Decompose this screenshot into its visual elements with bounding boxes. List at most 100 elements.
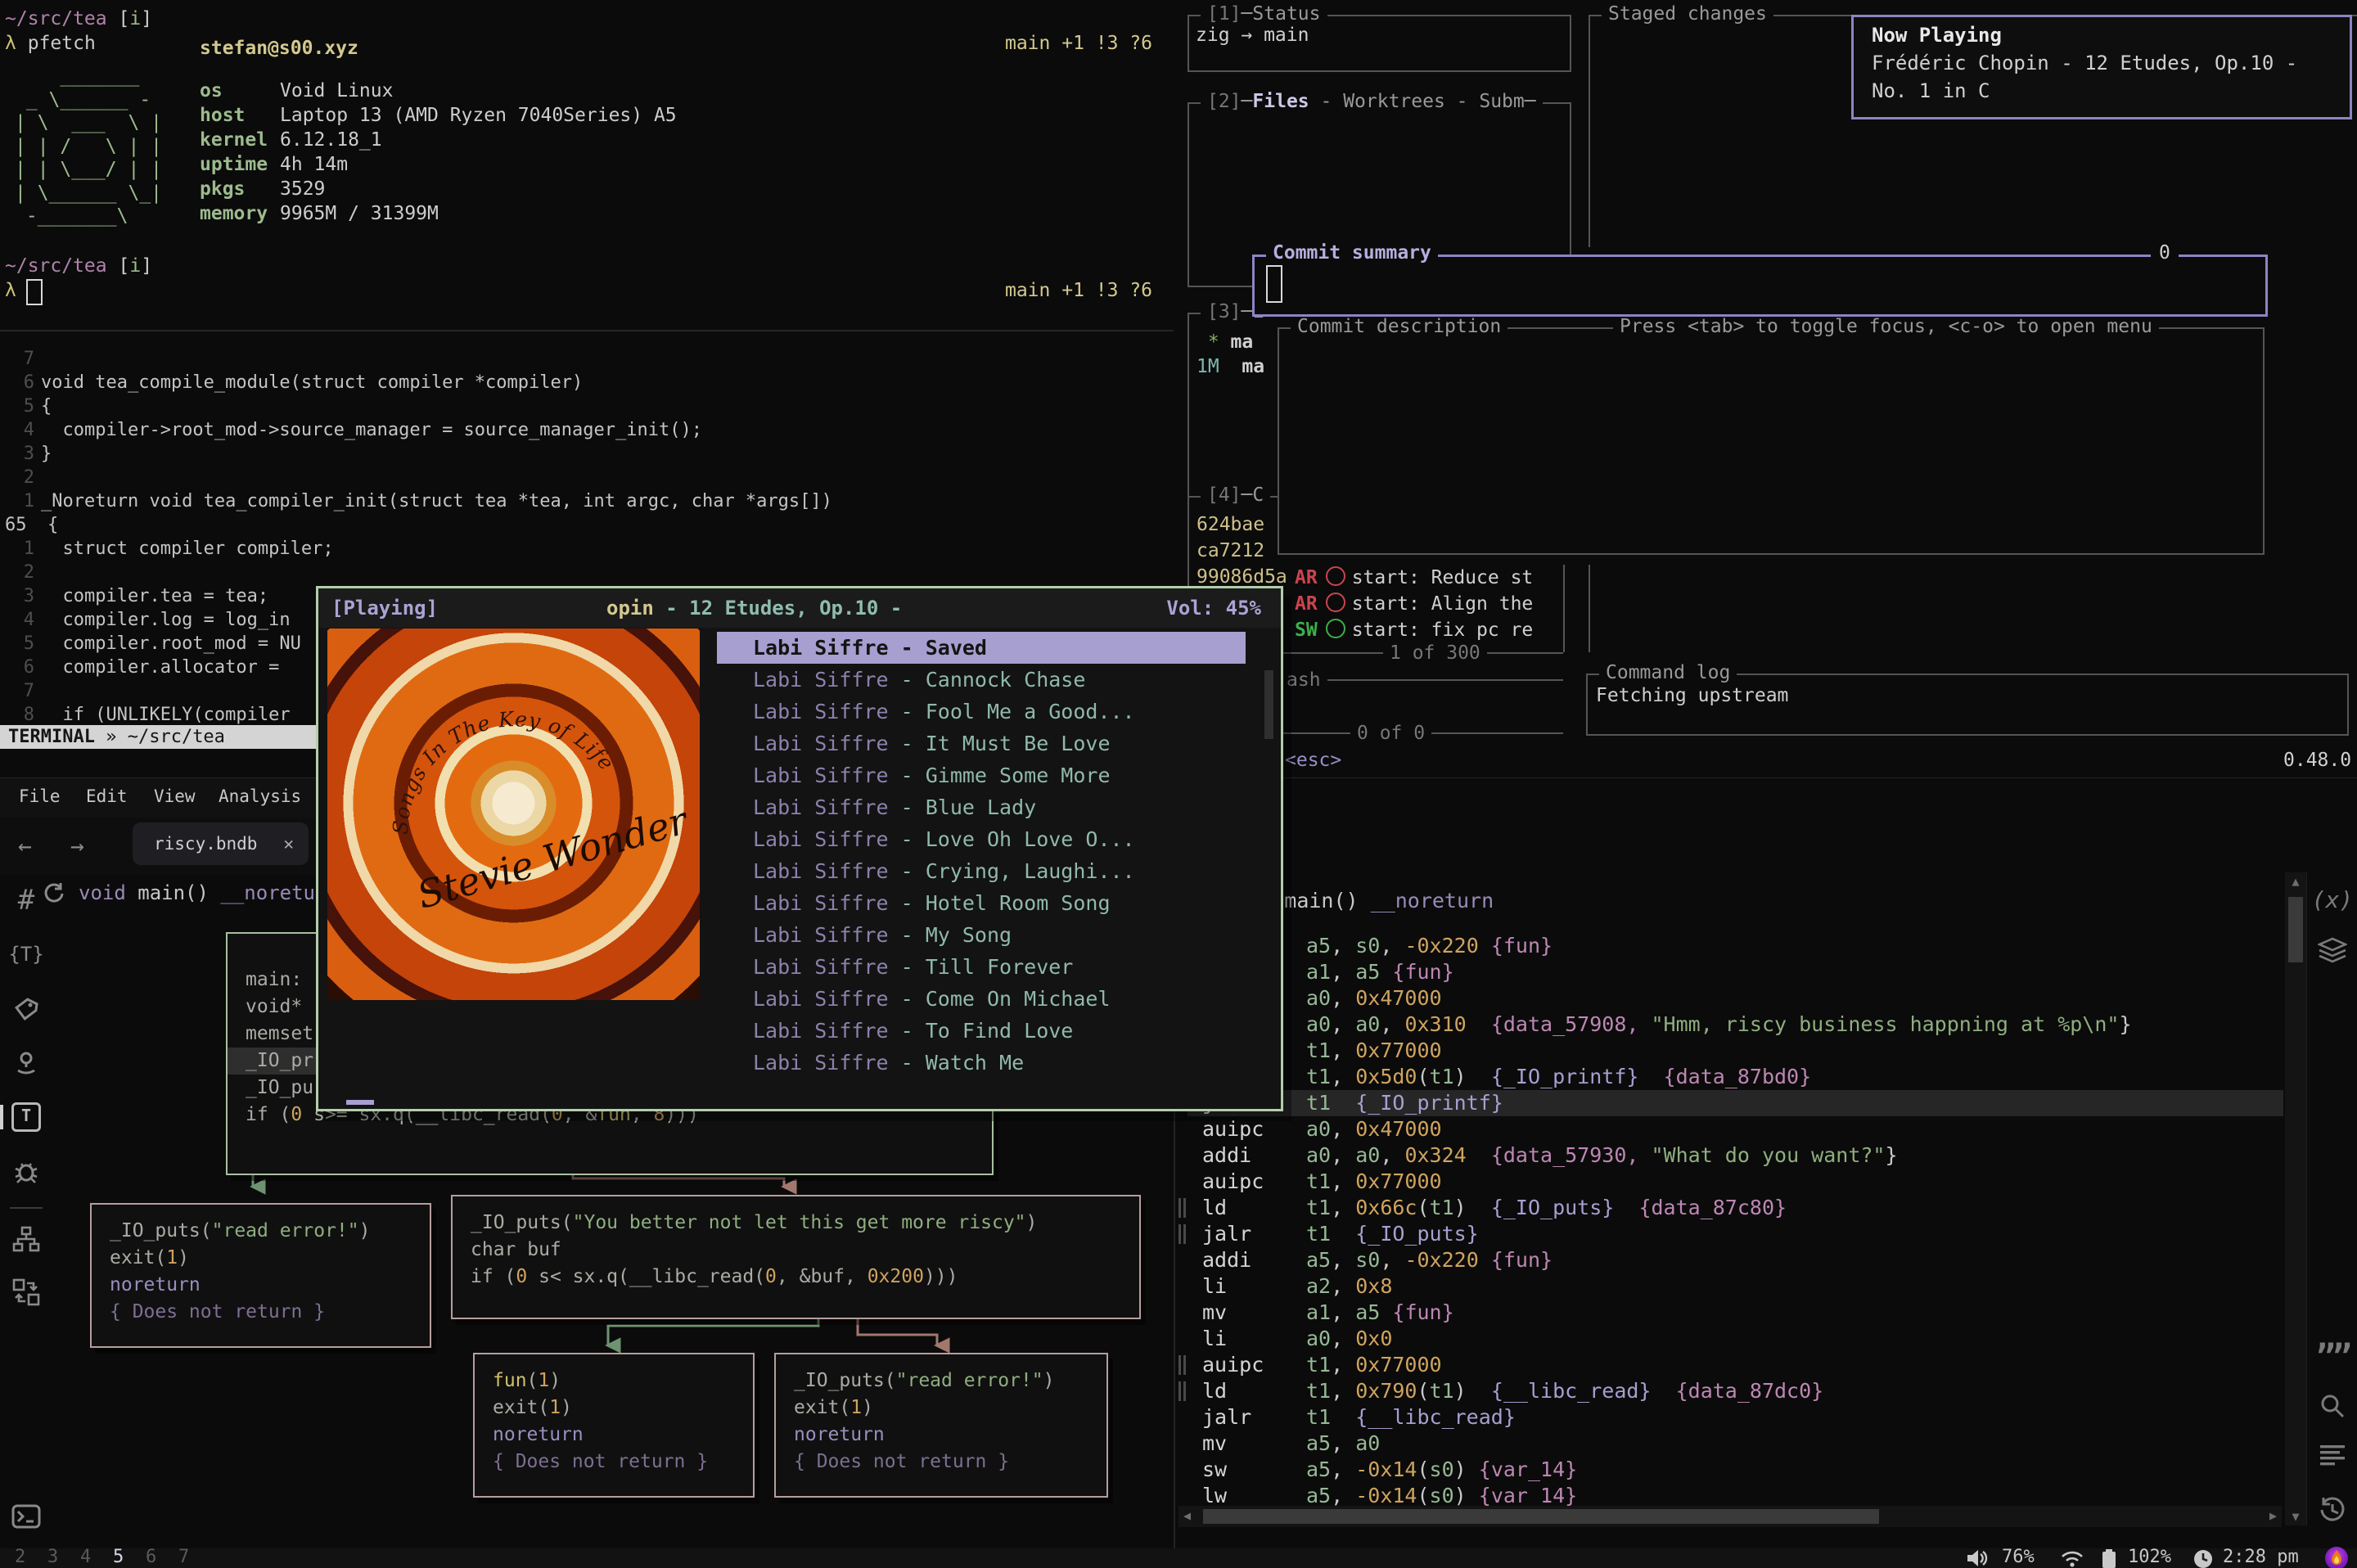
- disasm-row[interactable]: ldt1, 0x5d0(t1) {_IO_printf} {data_87bd0…: [1178, 1064, 2283, 1090]
- scroll-right-icon[interactable]: ▶: [2269, 1508, 2277, 1523]
- gitui-description-box[interactable]: Commit description Press <tab> to toggle…: [1278, 327, 2265, 555]
- editor-line[interactable]: 1_Noreturn void tea_compiler_init(struct…: [0, 491, 1174, 515]
- commit-hash[interactable]: ca7212: [1197, 540, 1264, 561]
- commit-entry[interactable]: ARstart: Reduce st: [1295, 566, 1533, 588]
- cfg-node-riscy-check[interactable]: _IO_puts("You better not let this get mo…: [451, 1195, 1141, 1319]
- editor-line[interactable]: 1 struct compiler compiler;: [0, 538, 1174, 562]
- scroll-down-icon[interactable]: ▼: [2285, 1509, 2306, 1524]
- now-playing-notification[interactable]: Now Playing Frédéric Chopin - 12 Etudes,…: [1851, 15, 2352, 119]
- playlist-item[interactable]: Labi Siffre - Blue Lady: [717, 791, 1246, 823]
- forward-icon[interactable]: →: [70, 832, 84, 859]
- hierarchy-icon[interactable]: [0, 1223, 52, 1259]
- workspace-2[interactable]: 2: [15, 1547, 25, 1567]
- editor-line[interactable]: 7: [0, 349, 1174, 372]
- cfg-node-fun-call[interactable]: fun(1)exit(1)noreturn{ Does not return }: [473, 1353, 755, 1498]
- disasm-row[interactable]: mva1, a5 {fun}: [1178, 1300, 2283, 1326]
- editor-line[interactable]: 65{: [0, 515, 1174, 538]
- menu-edit[interactable]: Edit: [86, 786, 128, 806]
- playlist-item[interactable]: Labi Siffre - Cannock Chase: [717, 664, 1246, 696]
- playlist-item[interactable]: Labi Siffre - Come On Michael: [717, 983, 1246, 1015]
- disasm-row[interactable]: addia0, a0, 0x324 {data_57930, "What do …: [1178, 1142, 2283, 1169]
- layers-icon[interactable]: [2307, 937, 2357, 971]
- horizontal-scroll-thumb[interactable]: [1203, 1509, 1879, 1524]
- close-icon[interactable]: ✕: [283, 822, 294, 865]
- playlist-item[interactable]: Labi Siffre - Fool Me a Good...: [717, 696, 1246, 728]
- disasm-row[interactable]: swa5, -0x14(s0) {var_14}: [1178, 1457, 2283, 1483]
- terminal-cursor[interactable]: [26, 279, 43, 305]
- commit-hash[interactable]: 99086d5a: [1197, 566, 1287, 588]
- variables-icon[interactable]: (x): [2307, 886, 2357, 913]
- playlist-scroll-thumb[interactable]: [1264, 670, 1273, 739]
- editor-line[interactable]: 5{: [0, 396, 1174, 420]
- playlist-item[interactable]: Labi Siffre - Love Oh Love O...: [717, 823, 1246, 855]
- disasm-row[interactable]: jalrt1 {__libc_read}: [1178, 1404, 2283, 1431]
- xrefs-quotes-icon[interactable]: ””: [2307, 1338, 2357, 1376]
- workspace-6[interactable]: 6: [146, 1547, 156, 1567]
- strings-icon[interactable]: [2307, 1443, 2357, 1473]
- menu-analysis[interactable]: Analysis: [219, 786, 301, 806]
- menu-file[interactable]: File: [19, 786, 61, 806]
- disasm-row[interactable]: auipct1, 0x77000: [1178, 1352, 2283, 1378]
- playlist-item[interactable]: Labi Siffre - Till Forever: [717, 951, 1246, 983]
- playlist-item[interactable]: Labi Siffre - Saved: [717, 632, 1246, 664]
- history-icon[interactable]: [2307, 1495, 2357, 1530]
- commit-entry[interactable]: SWstart: fix pc re: [1295, 619, 1533, 641]
- workspace-7[interactable]: 7: [178, 1547, 189, 1567]
- workspace-4[interactable]: 4: [80, 1547, 91, 1567]
- tab-riscy-bndb[interactable]: riscy.bndb ✕: [133, 822, 309, 865]
- editor-line[interactable]: 3}: [0, 444, 1174, 467]
- cross-refs-icon[interactable]: [0, 1275, 52, 1311]
- disasm-row[interactable]: auipca0, 0x47000: [1178, 1116, 2283, 1142]
- playlist-item[interactable]: Labi Siffre - My Song: [717, 919, 1246, 951]
- workspace-5[interactable]: 5: [113, 1547, 124, 1567]
- playlist-item[interactable]: Labi Siffre - Gimme Some More: [717, 759, 1246, 791]
- cfg-node-read-error-2[interactable]: _IO_puts("read error!")exit(1)noreturn{ …: [774, 1353, 1108, 1498]
- battery-icon[interactable]: [2102, 1549, 2116, 1568]
- playlist-item[interactable]: Labi Siffre - To Find Love: [717, 1015, 1246, 1047]
- disasm-row[interactable]: auipca0, 0x47000: [1178, 985, 2283, 1012]
- playlist-item[interactable]: Labi Siffre - Hotel Room Song: [717, 887, 1246, 919]
- commit-hash[interactable]: 624bae: [1197, 514, 1264, 535]
- disasm-row[interactable]: auipct1, 0x77000: [1178, 1038, 2283, 1064]
- vertical-scrollbar[interactable]: ▲ ▼: [2285, 872, 2306, 1525]
- disasm-row[interactable]: jalrt1 {_IO_puts}: [1178, 1221, 2283, 1247]
- tray-flame-icon[interactable]: [2324, 1546, 2349, 1568]
- menu-view[interactable]: View: [154, 786, 196, 806]
- vertical-scroll-thumb[interactable]: [2288, 897, 2303, 962]
- horizontal-scrollbar[interactable]: ◀ ▶: [1178, 1506, 2282, 1527]
- disasm-row[interactable]: ldt1, 0x66c(t1) {_IO_puts} {data_87c80}: [1178, 1195, 2283, 1221]
- log-row[interactable]: 1M ma: [1197, 356, 1264, 377]
- cfg-node-read-error-1[interactable]: _IO_puts("read error!")exit(1)noreturn{ …: [90, 1203, 431, 1348]
- location-pin-icon[interactable]: [0, 1046, 52, 1082]
- terminal-icon[interactable]: [0, 1499, 52, 1535]
- playlist-item[interactable]: Labi Siffre - Watch Me: [717, 1047, 1246, 1079]
- volume-icon[interactable]: [1966, 1549, 1990, 1567]
- editor-line[interactable]: 4 compiler->root_mod->source_manager = s…: [0, 420, 1174, 444]
- commit-summary-popup[interactable]: Commit summary 0: [1252, 255, 2268, 317]
- disasm-row[interactable]: addia5, s0, -0x220 {fun}: [1178, 933, 2283, 959]
- disasm-row[interactable]: ldt1, 0x790(t1) {__libc_read} {data_87dc…: [1178, 1378, 2283, 1404]
- text-tool-icon[interactable]: T: [0, 1098, 52, 1134]
- disasm-row[interactable]: addia5, s0, -0x220 {fun}: [1178, 1247, 2283, 1273]
- disasm-row[interactable]: addia0, a0, 0x310 {data_57908, "Hmm, ris…: [1178, 1012, 2283, 1038]
- clock-icon[interactable]: [2193, 1549, 2213, 1568]
- commit-entry[interactable]: ARstart: Align the: [1295, 593, 1533, 615]
- types-icon[interactable]: {T}: [0, 938, 52, 974]
- log-row[interactable]: * ma: [1197, 331, 1253, 353]
- back-icon[interactable]: ←: [18, 832, 32, 859]
- disassembly-listing[interactable]: addia5, s0, -0x220 {fun} mva1, a5 {fun} au…: [1178, 933, 2283, 1509]
- scroll-up-icon[interactable]: ▲: [2285, 874, 2306, 889]
- search-icon[interactable]: [2307, 1392, 2357, 1426]
- editor-line[interactable]: 2: [0, 467, 1174, 491]
- disasm-row[interactable]: mva5, a0: [1178, 1431, 2283, 1457]
- tag-icon[interactable]: [0, 992, 52, 1028]
- hash-icon[interactable]: #: [0, 884, 52, 920]
- disasm-row[interactable]: auipct1, 0x77000: [1178, 1169, 2283, 1195]
- scroll-left-icon[interactable]: ◀: [1183, 1508, 1191, 1523]
- playlist-item[interactable]: Labi Siffre - Crying, Laughi...: [717, 855, 1246, 887]
- disasm-row[interactable]: lia0, 0x0: [1178, 1326, 2283, 1352]
- workspace-3[interactable]: 3: [47, 1547, 58, 1567]
- disasm-row[interactable]: lia2, 0x8: [1178, 1273, 2283, 1300]
- disasm-row[interactable]: jalrt1 {_IO_printf}: [1178, 1090, 2283, 1116]
- editor-line[interactable]: 6void tea_compile_module(struct compiler…: [0, 372, 1174, 396]
